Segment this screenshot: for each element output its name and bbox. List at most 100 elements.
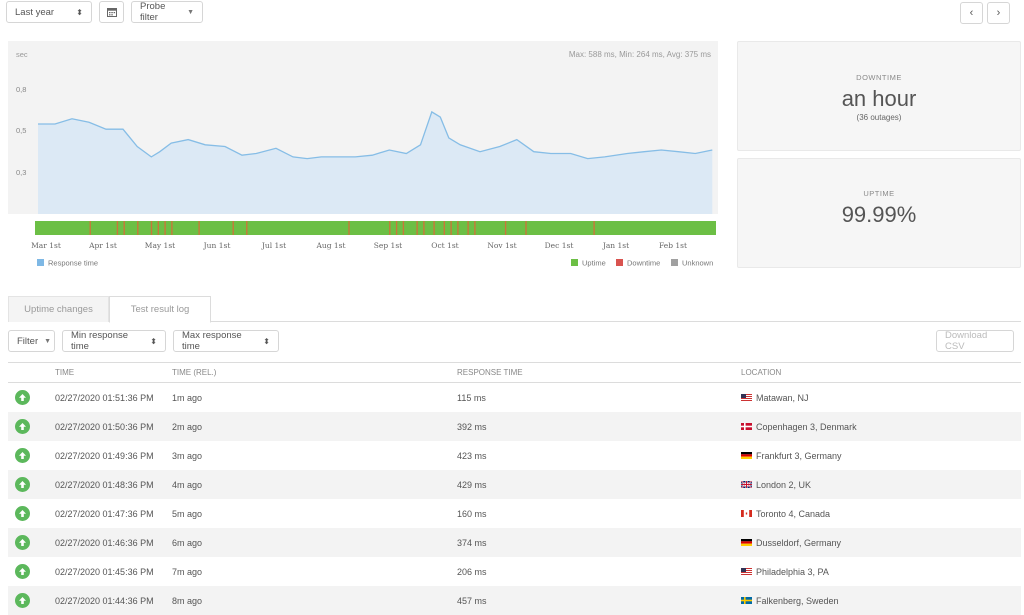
location-label: Copenhagen 3, Denmark — [756, 421, 857, 432]
downtime-marker — [402, 221, 405, 235]
col-time-header[interactable]: TIME — [55, 363, 74, 382]
time-cell: 02/27/2020 01:46:36 PM — [55, 537, 154, 548]
uptime-label: UPTIME — [863, 189, 895, 198]
table-row[interactable]: 02/27/2020 01:46:36 PM 6m ago 374 ms Dussel… — [8, 528, 1021, 557]
table-row[interactable]: 02/27/2020 01:51:36 PM 1m ago 115 ms Matawa… — [8, 383, 1021, 412]
calendar-button[interactable] — [99, 1, 124, 23]
table-header: TIME TIME (REL.) RESPONSE TIME LOCATION — [8, 362, 1021, 383]
location-cell: London 2, UK — [741, 470, 811, 499]
response-time-cell: 374 ms — [457, 537, 487, 548]
caret-down-icon: ▼ — [187, 8, 194, 16]
time-rel-cell: 6m ago — [172, 537, 203, 548]
y-tick-label: 0,5 — [16, 126, 26, 135]
downtime-label: DOWNTIME — [856, 73, 902, 82]
downtime-marker — [150, 221, 153, 235]
tab-label: Uptime changes — [24, 304, 93, 315]
downtime-marker — [467, 221, 469, 235]
status-up-icon — [15, 535, 30, 550]
downtime-marker — [164, 221, 166, 235]
location-cell: Copenhagen 3, Denmark — [741, 412, 857, 441]
response-time-cell: 423 ms — [457, 450, 487, 461]
min-response-label: Min response time — [71, 330, 129, 352]
location-label: Philadelphia 3, PA — [756, 566, 829, 577]
time-rel-cell: 2m ago — [172, 421, 203, 432]
filter-label: Filter — [17, 335, 39, 347]
location-label: Falkenberg, Sweden — [756, 595, 839, 606]
downtime-marker — [157, 221, 159, 235]
download-csv-button[interactable]: Download CSV — [936, 330, 1014, 352]
time-cell: 02/27/2020 01:47:36 PM — [55, 508, 154, 519]
max-response-sort-button[interactable]: Max response time ⬍ — [173, 330, 279, 352]
x-tick-label: Nov 1st — [487, 241, 516, 250]
table-row[interactable]: 02/27/2020 01:50:36 PM 2m ago 392 ms Copenh… — [8, 412, 1021, 441]
x-tick-label: Sep 1st — [374, 241, 402, 250]
probe-filter-label: Probe filter — [140, 1, 166, 23]
location-label: Matawan, NJ — [756, 392, 809, 403]
time-cell: 02/27/2020 01:45:36 PM — [55, 566, 154, 577]
downtime-marker — [593, 221, 595, 235]
x-tick-label: Feb 1st — [659, 241, 687, 250]
time-rel-cell: 1m ago — [172, 392, 203, 403]
downtime-marker — [395, 221, 398, 235]
downtime-marker — [116, 221, 119, 235]
time-cell: 02/27/2020 01:48:36 PM — [55, 479, 154, 490]
tab-label: Test result log — [130, 304, 190, 315]
status-up-icon — [15, 390, 30, 405]
col-time-rel-header[interactable]: TIME (REL.) — [172, 363, 216, 382]
x-tick-label: Jun 1st — [203, 241, 231, 250]
caret-down-icon: ▼ — [44, 337, 52, 345]
x-tick-label: May 1st — [145, 241, 175, 250]
filter-button[interactable]: Filter ▼ — [8, 330, 55, 352]
legend-swatch-downtime — [616, 259, 623, 266]
downtime-marker — [416, 221, 418, 235]
status-up-icon — [15, 593, 30, 608]
uptime-value: 99.99% — [841, 202, 917, 227]
legend-swatch-uptime — [571, 259, 578, 266]
table-row[interactable]: 02/27/2020 01:49:36 PM 3m ago 423 ms Frankf… — [8, 441, 1021, 470]
x-tick-label: Mar 1st — [31, 241, 61, 250]
downtime-marker — [89, 221, 91, 235]
downtime-marker — [504, 221, 507, 235]
date-range-select[interactable]: Last year ⬍ — [6, 1, 92, 23]
min-response-sort-button[interactable]: Min response time ⬍ — [62, 330, 166, 352]
date-range-label: Last year — [15, 6, 55, 18]
col-response-header[interactable]: RESPONSE TIME — [457, 363, 523, 382]
legend-swatch-unknown — [671, 259, 678, 266]
table-row[interactable]: 02/27/2020 01:48:36 PM 4m ago 429 ms London… — [8, 470, 1021, 499]
location-cell: Dusseldorf, Germany — [741, 528, 841, 557]
location-label: Toronto 4, Canada — [756, 508, 831, 519]
tab-uptime-changes[interactable]: Uptime changes — [8, 296, 109, 322]
downtime-marker — [171, 221, 173, 235]
flag-de-icon — [741, 539, 752, 546]
time-rel-cell: 7m ago — [172, 566, 203, 577]
tab-test-result-log[interactable]: Test result log — [109, 296, 211, 323]
probe-filter-button[interactable]: Probe filter ▼ — [131, 1, 203, 23]
location-label: London 2, UK — [756, 479, 812, 490]
y-tick-label: 0,8 — [16, 85, 26, 94]
x-tick-label: Jan 1st — [602, 241, 629, 250]
status-up-icon — [15, 419, 30, 434]
downtime-marker — [525, 221, 527, 235]
downtime-marker — [198, 221, 200, 235]
next-button[interactable]: › — [987, 2, 1010, 24]
flag-us-icon — [741, 568, 752, 575]
legend-downtime: Downtime — [627, 259, 660, 268]
flag-se-icon — [741, 597, 752, 604]
response-time-cell: 206 ms — [457, 566, 487, 577]
downtime-marker — [450, 221, 452, 235]
flag-ca-icon — [741, 510, 752, 517]
status-up-icon — [15, 448, 30, 463]
status-up-icon — [15, 506, 30, 521]
table-row[interactable]: 02/27/2020 01:45:36 PM 7m ago 206 ms Philad… — [8, 557, 1021, 586]
table-row[interactable]: 02/27/2020 01:47:36 PM 5m ago 160 ms Toront… — [8, 499, 1021, 528]
location-label: Dusseldorf, Germany — [756, 537, 842, 548]
col-location-header[interactable]: LOCATION — [741, 363, 781, 382]
flag-de-icon — [741, 452, 752, 459]
flag-uk-icon — [741, 481, 752, 488]
x-tick-label: Aug 1st — [315, 241, 345, 250]
prev-button[interactable]: ‹ — [960, 2, 983, 24]
downtime-outages: (36 outages) — [856, 113, 902, 122]
downtime-marker — [457, 221, 459, 235]
downtime-card: DOWNTIME an hour (36 outages) — [737, 41, 1021, 151]
x-tick-label: Apr 1st — [88, 241, 117, 250]
